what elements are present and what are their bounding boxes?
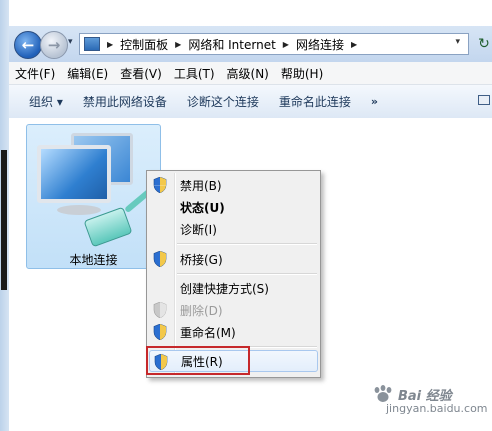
address-dropdown-icon[interactable]: ▾ xyxy=(455,37,460,47)
menu-separator xyxy=(177,273,317,275)
network-monitor-icon xyxy=(37,145,111,203)
uac-shield-icon xyxy=(153,324,167,340)
menu-item-label: 桥接(G) xyxy=(180,252,223,267)
organize-button[interactable]: 组织 ▾ xyxy=(9,93,73,110)
address-box[interactable]: ▶ 控制面板 ▶ 网络和 Internet ▶ 网络连接 ▶ ▾ xyxy=(79,33,469,55)
change-view-icon[interactable] xyxy=(478,95,490,105)
breadcrumb-item-control-panel[interactable]: 控制面板 xyxy=(120,36,168,53)
menu-tools[interactable]: 工具(T) xyxy=(168,65,221,82)
uac-shield-icon xyxy=(153,302,167,318)
address-bar-area: ← → ▾ ▶ 控制面板 ▶ 网络和 Internet ▶ 网络连接 ▶ ▾ ↻ xyxy=(9,26,492,62)
menu-view[interactable]: 查看(V) xyxy=(114,65,168,82)
menu-item-label: 状态(U) xyxy=(180,200,225,215)
refresh-button[interactable]: ↻ xyxy=(475,33,492,55)
menu-item-label: 诊断(I) xyxy=(180,222,217,237)
menu-help[interactable]: 帮助(H) xyxy=(275,65,329,82)
recent-pages-dropdown-icon[interactable]: ▾ xyxy=(68,37,73,47)
menu-item-rename[interactable]: 重命名(M) xyxy=(149,321,318,343)
menu-item-create-shortcut[interactable]: 创建快捷方式(S) xyxy=(149,277,318,299)
menu-item-delete[interactable]: 删除(D) xyxy=(149,299,318,321)
breadcrumb-item-network-connections[interactable]: 网络连接 xyxy=(296,36,344,53)
menu-item-label: 禁用(B) xyxy=(180,178,222,193)
menu-advanced[interactable]: 高级(N) xyxy=(221,65,275,82)
connection-label: 本地连接 xyxy=(69,253,118,267)
menu-bar: 文件(F) 编辑(E) 查看(V) 工具(T) 高级(N) 帮助(H) xyxy=(9,62,492,85)
monitor-stand xyxy=(57,205,101,215)
rename-button[interactable]: 重命名此连接 xyxy=(269,93,361,110)
window-frame-left xyxy=(0,0,9,431)
menu-item-label: 删除(D) xyxy=(180,303,223,318)
breadcrumb-sep-icon[interactable]: ▶ xyxy=(351,40,357,49)
more-commands-button[interactable]: » xyxy=(361,95,388,108)
menu-item-diagnose[interactable]: 诊断(I) xyxy=(149,218,318,240)
menu-separator xyxy=(177,243,317,245)
uac-shield-icon xyxy=(153,251,167,267)
watermark-url: jingyan.baidu.com xyxy=(386,402,488,415)
forward-button[interactable]: → xyxy=(40,31,68,59)
menu-item-label: 重命名(M) xyxy=(180,325,236,340)
highlight-annotation-box xyxy=(146,346,250,375)
control-panel-icon xyxy=(84,37,100,51)
menu-item-disable[interactable]: 禁用(B) xyxy=(149,174,318,196)
menu-item-label: 创建快捷方式(S) xyxy=(180,281,269,296)
disable-device-button[interactable]: 禁用此网络设备 xyxy=(73,93,177,110)
menu-item-status[interactable]: 状态(U) xyxy=(149,196,318,218)
baidu-paw-logo xyxy=(374,385,392,402)
menu-item-bridge[interactable]: 桥接(G) xyxy=(149,248,318,270)
breadcrumb-root-arrow[interactable]: ▶ xyxy=(107,40,113,49)
menu-edit[interactable]: 编辑(E) xyxy=(61,65,114,82)
back-button[interactable]: ← xyxy=(14,31,42,59)
diagnose-button[interactable]: 诊断这个连接 xyxy=(177,93,269,110)
menu-file[interactable]: 文件(F) xyxy=(9,65,61,82)
breadcrumb-item-network-internet[interactable]: 网络和 Internet xyxy=(188,36,275,53)
breadcrumb: 控制面板 ▶ 网络和 Internet ▶ 网络连接 ▶ xyxy=(120,36,364,53)
breadcrumb-sep-icon[interactable]: ▶ xyxy=(175,40,181,49)
uac-shield-icon xyxy=(153,177,167,193)
local-connection-item[interactable]: 本地连接 xyxy=(26,124,161,269)
command-bar: 组织 ▾ 禁用此网络设备 诊断这个连接 重命名此连接 » xyxy=(9,85,492,119)
watermark: Bai 经验 jingyan.baidu.com xyxy=(372,383,488,419)
breadcrumb-sep-icon[interactable]: ▶ xyxy=(283,40,289,49)
